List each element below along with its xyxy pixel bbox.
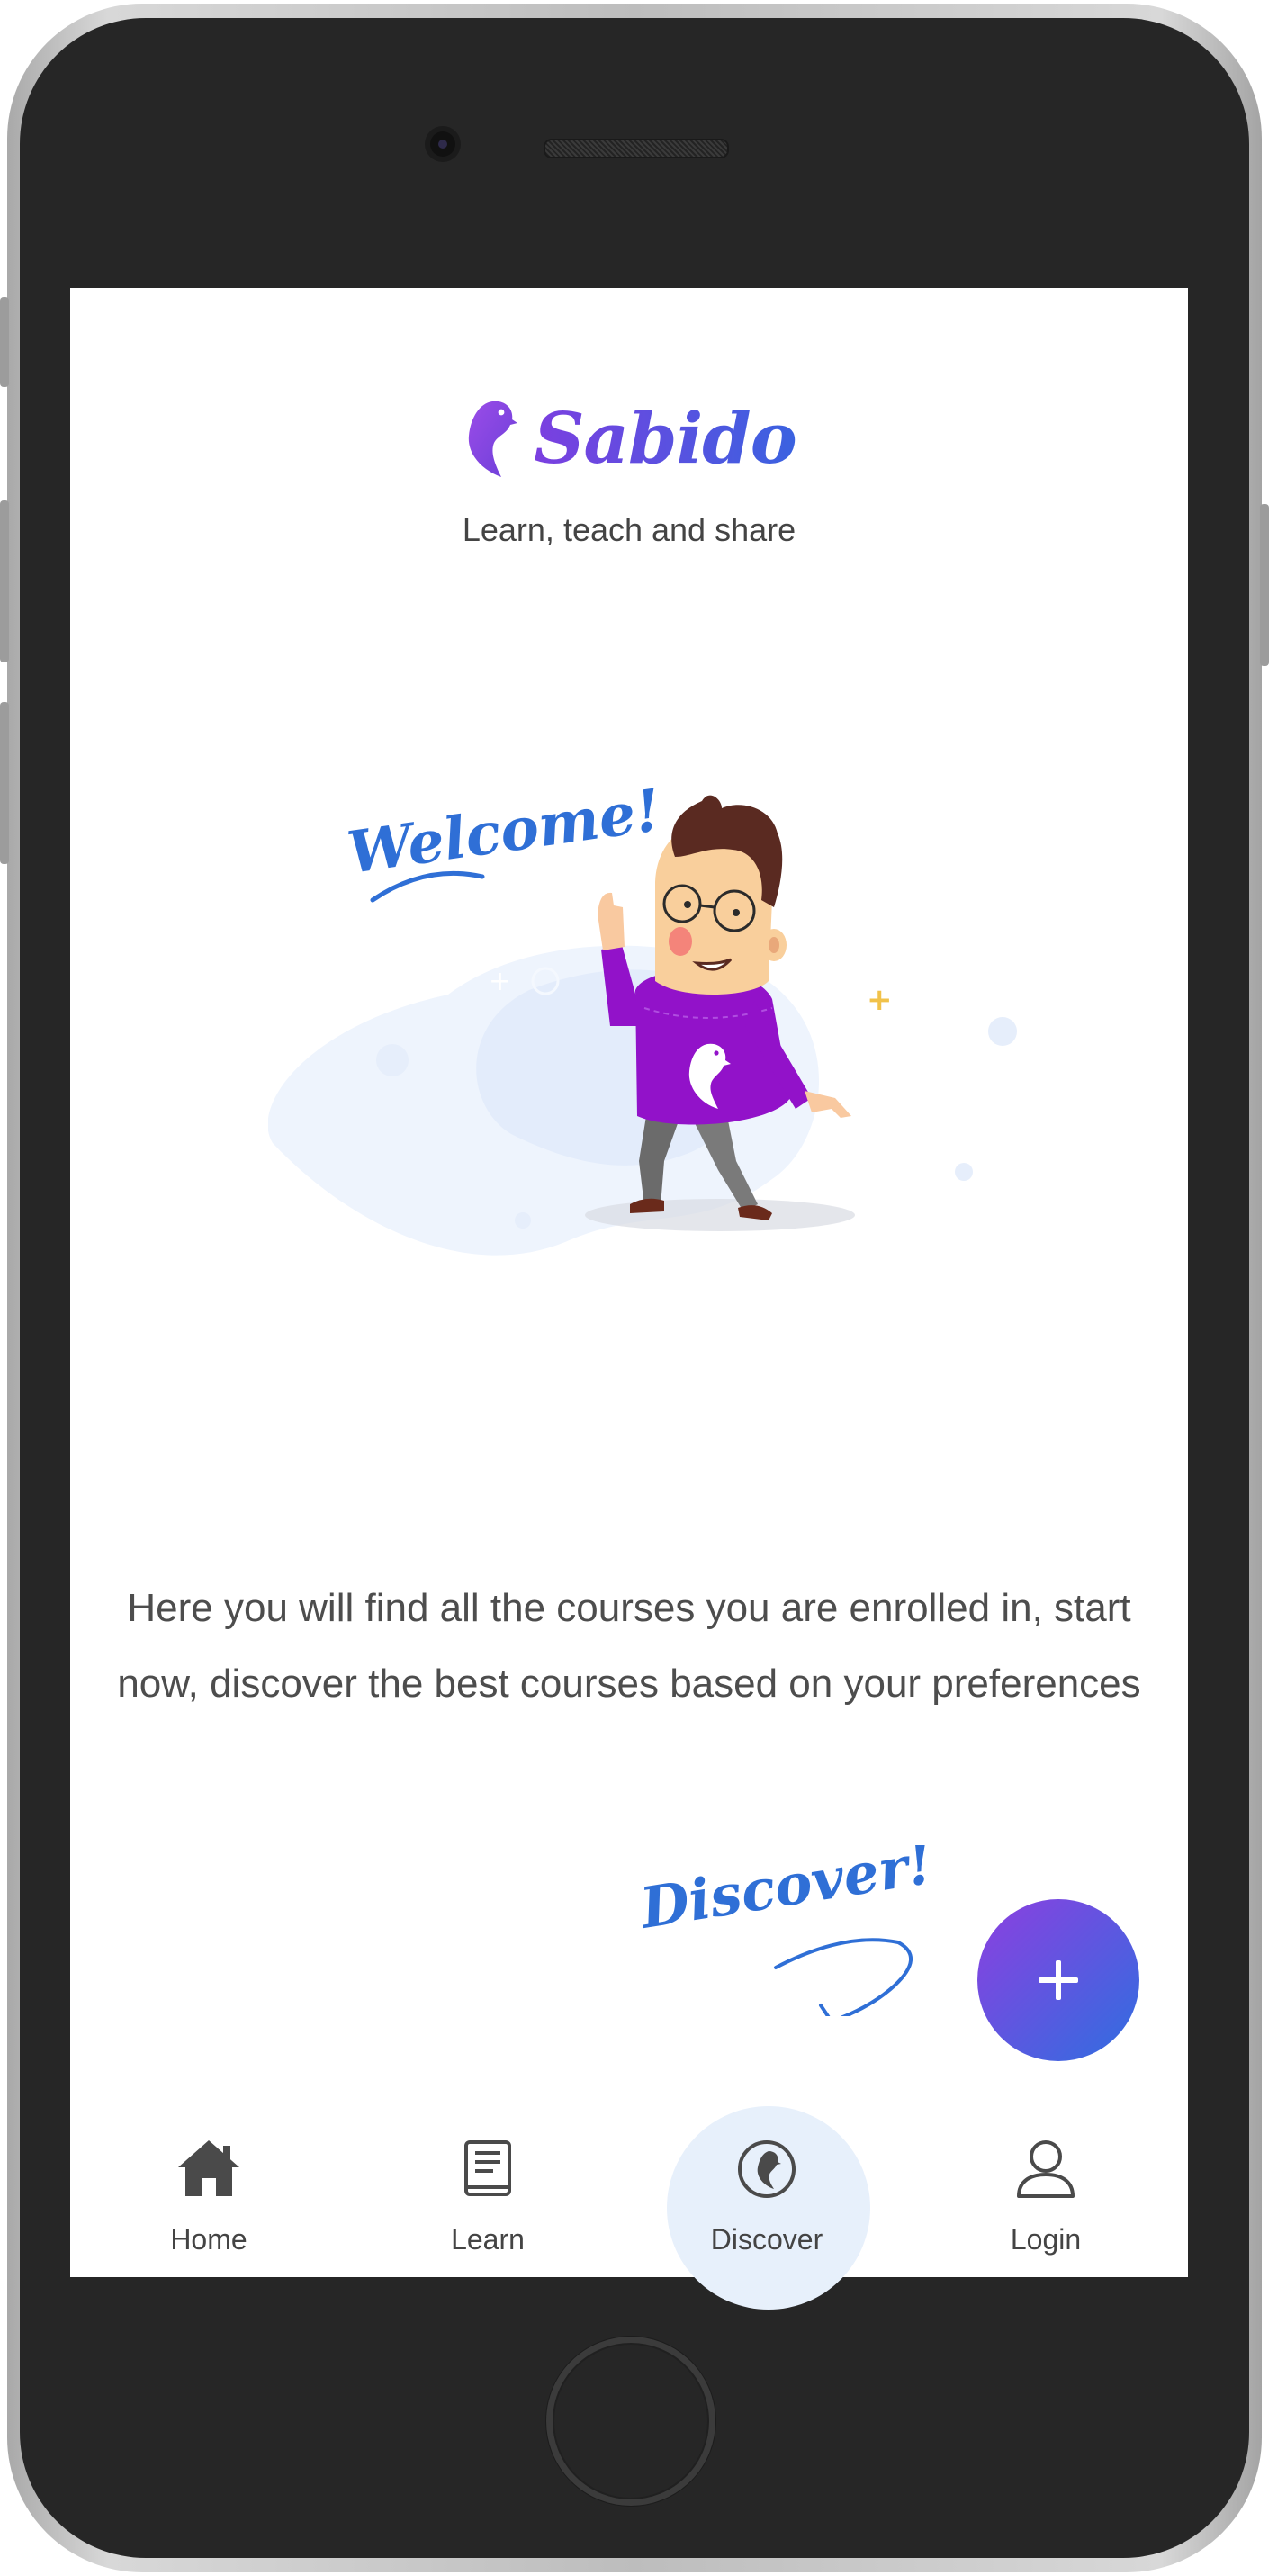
- user-icon: [1017, 2140, 1075, 2198]
- nav-item-discover[interactable]: Discover: [659, 2088, 875, 2277]
- home-hardware-button[interactable]: [546, 2337, 716, 2506]
- brand-header: Sabido: [70, 398, 1188, 480]
- svg-text:+: +: [867, 982, 893, 1018]
- discover-hint: Discover!: [634, 1845, 934, 2016]
- home-icon: [178, 2140, 239, 2196]
- brand-name: Sabido: [534, 398, 797, 480]
- bottom-navigation: Home Learn Discover Login: [70, 2088, 1188, 2277]
- add-button[interactable]: [977, 1899, 1139, 2061]
- nav-item-home[interactable]: Home: [101, 2088, 317, 2277]
- nav-label-discover: Discover: [710, 2223, 824, 2256]
- plus-icon: [1039, 1960, 1078, 2000]
- app-screen: Sabido Learn, teach and share Welcome! +…: [70, 288, 1188, 2277]
- discover-hint-text: Discover!: [634, 1845, 934, 1941]
- earpiece-speaker: [544, 139, 729, 158]
- nav-label-home: Home: [170, 2223, 248, 2256]
- svg-text:+: +: [489, 966, 511, 997]
- tagline: Learn, teach and share: [462, 511, 796, 548]
- volume-up-button: [0, 500, 9, 662]
- welcome-text: Welcome!: [344, 777, 665, 887]
- sabido-logo-icon: [469, 401, 518, 477]
- nav-item-login[interactable]: Login: [938, 2088, 1154, 2277]
- nav-label-learn: Learn: [451, 2223, 525, 2256]
- book-icon: [464, 2140, 511, 2196]
- sabido-bird-icon: [738, 2140, 796, 2198]
- welcome-illustration: Welcome! + +: [268, 777, 1017, 1256]
- power-button: [1260, 504, 1269, 666]
- mute-switch: [0, 297, 9, 387]
- enrolled-courses-message: Here you will find all the courses you a…: [117, 1586, 1141, 1706]
- nav-label-login: Login: [1010, 2223, 1082, 2256]
- nav-item-learn[interactable]: Learn: [380, 2088, 596, 2277]
- front-camera: [430, 131, 455, 157]
- volume-down-button: [0, 702, 9, 864]
